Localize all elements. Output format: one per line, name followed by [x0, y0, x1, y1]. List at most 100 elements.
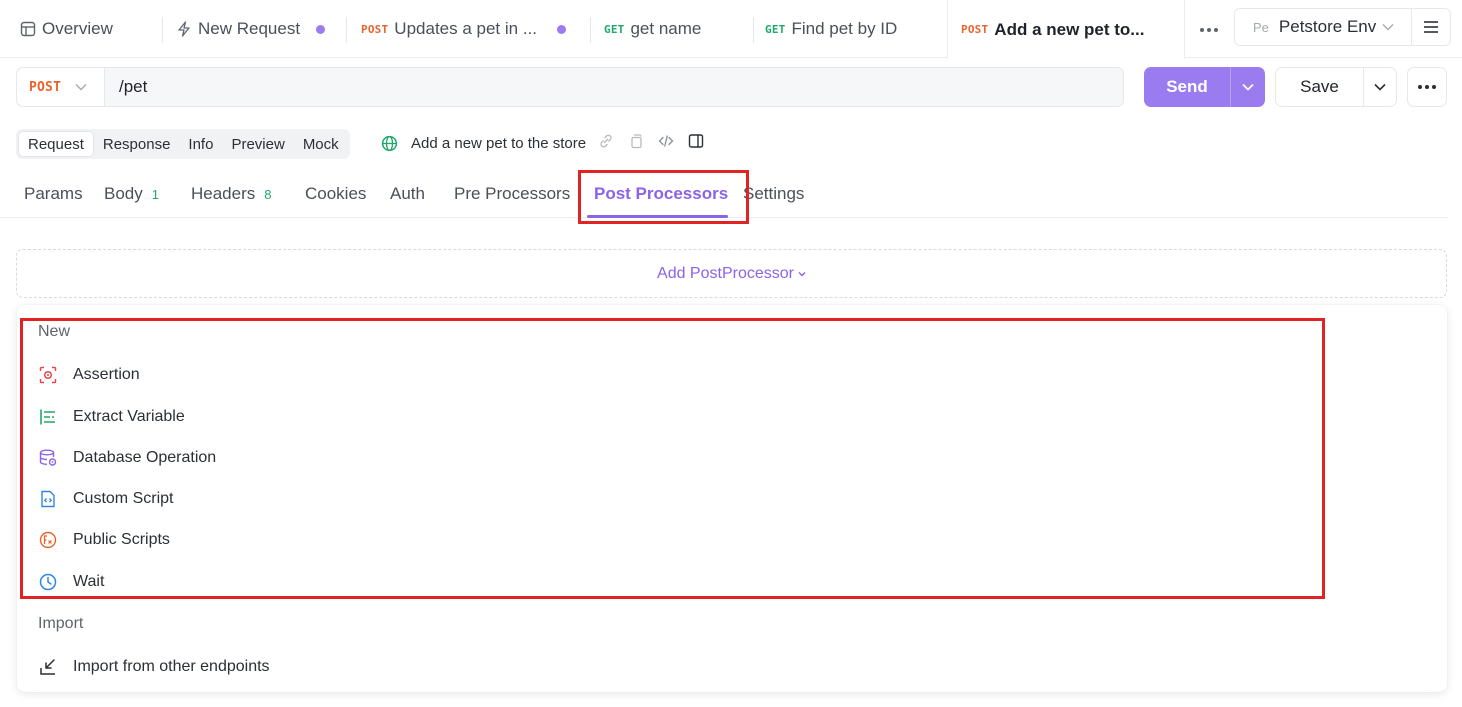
count-badge: 1: [151, 186, 159, 202]
save-button-group: Save: [1275, 67, 1397, 107]
chevron-down-icon: [75, 83, 87, 91]
method-badge: POST: [361, 22, 389, 36]
send-options-button[interactable]: [1231, 83, 1265, 91]
method-badge: POST: [961, 23, 989, 36]
tab-get-name[interactable]: GET get name: [604, 0, 754, 58]
save-button[interactable]: Save: [1276, 77, 1363, 97]
menu-item-wait[interactable]: Wait: [38, 570, 104, 594]
hamburger-icon: [1424, 21, 1438, 33]
method-select[interactable]: POST: [17, 68, 105, 106]
tab-find-pet[interactable]: GET Find pet by ID: [765, 0, 945, 58]
menu-item-database-operation[interactable]: Database Operation: [38, 446, 216, 470]
menu-item-label: Database Operation: [73, 449, 217, 466]
tab-post-processors[interactable]: Post Processors: [594, 184, 728, 204]
chevron-down-icon: [1382, 23, 1394, 31]
function-icon: [38, 530, 58, 550]
menu-item-label: Assertion: [73, 366, 140, 383]
more-horizontal-icon: [1200, 28, 1218, 32]
subtab-label: Post Processors: [594, 184, 729, 203]
add-postprocessor-button[interactable]: Add PostProcessor: [16, 249, 1447, 298]
tab-label: Overview: [42, 19, 113, 38]
add-postprocessor-label: Add PostProcessor: [657, 264, 794, 282]
url-input[interactable]: /pet: [105, 77, 147, 97]
subtab-label: Auth: [390, 184, 425, 203]
view-mode-switch: Request Response Info Preview Mock: [16, 129, 350, 159]
group-label-new: New: [38, 323, 71, 340]
tab-label: Updates a pet in ...: [394, 19, 537, 38]
menu-item-label: Wait: [73, 573, 105, 590]
method-badge: GET: [604, 22, 625, 36]
method-value: POST: [29, 79, 62, 95]
tab-pre-processors[interactable]: Pre Processors: [454, 184, 570, 204]
request-title-row: Add a new pet to the store: [381, 133, 704, 153]
subtab-label: Body: [104, 184, 143, 203]
script-file-icon: [38, 489, 58, 509]
clock-icon: [38, 572, 58, 592]
count-badge: 8: [264, 186, 272, 202]
tab-new-request[interactable]: New Request: [176, 0, 347, 58]
tab-cookies[interactable]: Cookies: [305, 184, 366, 204]
link-icon[interactable]: [598, 133, 614, 153]
subtab-label: Cookies: [305, 184, 367, 203]
assertion-icon: [38, 365, 58, 385]
tab-updates-pet[interactable]: POST Updates a pet in ...: [361, 0, 591, 58]
tab-headers[interactable]: Headers 8: [191, 184, 272, 204]
request-tab-bar: Overview New Request POST Updates a pet …: [0, 0, 1462, 59]
tab-overview[interactable]: Overview: [20, 0, 163, 58]
tab-separator: [346, 17, 347, 43]
tab-separator: [753, 17, 754, 43]
import-icon: [38, 657, 58, 677]
request-name[interactable]: Add a new pet to the store: [411, 135, 586, 152]
tab-label: Find pet by ID: [791, 19, 898, 38]
view-mode-info[interactable]: Info: [179, 131, 222, 157]
environment-select[interactable]: Pe Petstore Env: [1234, 8, 1412, 46]
tab-separator: [590, 17, 591, 43]
lightning-icon: [176, 21, 192, 37]
side-panel-icon[interactable]: [688, 133, 704, 153]
send-button[interactable]: Send: [1144, 77, 1230, 97]
method-badge: GET: [765, 22, 786, 36]
extract-variable-icon: [38, 407, 58, 427]
unsaved-dot: [316, 24, 326, 34]
menu-item-import-endpoints[interactable]: Import from other endpoints: [38, 655, 270, 679]
subtab-label: Settings: [743, 184, 805, 203]
menu-item-label: Public Scripts: [73, 531, 170, 548]
active-tab-indicator: [587, 215, 728, 218]
more-actions-button[interactable]: [1407, 67, 1447, 107]
menu-item-extract-variable[interactable]: Extract Variable: [38, 405, 185, 429]
view-mode-response[interactable]: Response: [94, 131, 180, 157]
menu-item-label: Custom Script: [73, 490, 174, 507]
view-mode-mock[interactable]: Mock: [294, 131, 348, 157]
subtab-label: Params: [24, 184, 83, 203]
environment-name: Petstore Env: [1278, 17, 1377, 36]
chevron-down-icon: [1374, 83, 1386, 91]
more-horizontal-icon: [1418, 85, 1436, 89]
more-tabs-button[interactable]: [1196, 20, 1222, 40]
menu-item-assertion[interactable]: Assertion: [38, 363, 140, 387]
chevron-down-icon: [1242, 83, 1254, 91]
chevron-down-icon: [798, 271, 806, 277]
environment-badge: Pe: [1253, 19, 1269, 35]
menu-button[interactable]: [1411, 8, 1451, 46]
tab-body[interactable]: Body 1: [104, 184, 159, 204]
subtab-label: Pre Processors: [454, 184, 571, 203]
send-button-group: Send: [1144, 67, 1265, 107]
tab-settings[interactable]: Settings: [743, 184, 804, 204]
postprocessor-menu: New Assertion Extract Variable Database …: [17, 305, 1447, 692]
request-section-tabs: Params Body 1 Headers 8 Cookies Auth Pre P…: [0, 170, 1448, 218]
copy-icon[interactable]: [628, 133, 644, 153]
menu-item-custom-script[interactable]: Custom Script: [38, 487, 173, 511]
subtab-label: Headers: [191, 184, 256, 203]
save-options-button[interactable]: [1364, 83, 1396, 91]
code-icon[interactable]: [658, 133, 674, 153]
database-icon: [38, 448, 58, 468]
menu-item-public-scripts[interactable]: Public Scripts: [38, 528, 170, 552]
view-mode-preview[interactable]: Preview: [222, 131, 293, 157]
unsaved-dot: [557, 24, 566, 34]
tab-params[interactable]: Params: [24, 184, 83, 204]
group-label-import: Import: [38, 615, 84, 632]
view-mode-request[interactable]: Request: [18, 131, 94, 157]
tab-add-new-pet[interactable]: POST Add a new pet to...: [947, 0, 1185, 59]
menu-item-label: Import from other endpoints: [73, 658, 270, 675]
tab-auth[interactable]: Auth: [390, 184, 425, 204]
